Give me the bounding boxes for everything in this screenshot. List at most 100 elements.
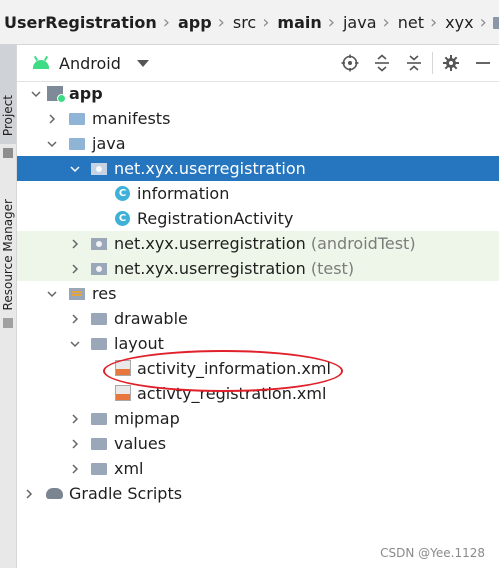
tree-label: drawable <box>114 309 188 328</box>
chevron-down-icon <box>136 59 149 67</box>
chevron-down-icon[interactable] <box>46 131 58 156</box>
minimize-icon <box>476 62 490 64</box>
gear-icon <box>443 55 459 71</box>
resource-manager-icon <box>3 318 13 328</box>
view-mode-dropdown[interactable]: Android <box>59 54 149 73</box>
tree-row-package-main[interactable]: net.xyx.userregistration <box>17 156 499 181</box>
package-icon <box>91 263 107 275</box>
tree-row-package-test[interactable]: net.xyx.userregistration (test) <box>17 256 499 281</box>
breadcrumb-label: xyx <box>445 12 474 32</box>
chevron-right-icon: › <box>327 11 335 33</box>
chevron-down-icon[interactable] <box>46 281 58 306</box>
chevron-right-icon[interactable] <box>69 456 81 481</box>
settings-button[interactable] <box>435 49 467 77</box>
android-icon <box>31 55 51 70</box>
folder-icon <box>91 463 107 475</box>
tree-label: values <box>114 434 167 453</box>
chevron-right-icon: › <box>382 11 390 33</box>
breadcrumb-label: app <box>177 12 212 32</box>
tree-row-res[interactable]: res <box>17 281 499 306</box>
expand-all-button[interactable] <box>366 49 398 77</box>
breadcrumb-item-java[interactable]: java › <box>337 12 392 33</box>
chevron-right-icon: › <box>479 11 487 33</box>
xml-file-icon <box>115 385 131 401</box>
res-folder-icon <box>69 288 85 300</box>
breadcrumb-label: src <box>232 12 257 32</box>
breadcrumb-label: UserRegistration <box>4 12 157 32</box>
collapse-all-icon <box>407 55 421 71</box>
tree-label: mipmap <box>114 409 180 428</box>
chevron-right-icon[interactable] <box>46 106 58 131</box>
tree-label-group: net.xyx.userregistration (androidTest) <box>114 231 416 256</box>
breadcrumb-item-xyx[interactable]: xyx › <box>439 12 489 33</box>
gradle-icon <box>46 488 63 499</box>
breadcrumb: UserRegistration › app › src › main › ja… <box>0 0 499 45</box>
folder-icon <box>492 17 499 29</box>
tree-row-registration-activity[interactable]: C RegistrationActivity <box>17 206 499 231</box>
tree-row-activty-registration-xml[interactable]: activty_registration.xml <box>17 381 499 406</box>
locate-icon <box>341 54 359 72</box>
class-icon: C <box>115 186 130 201</box>
tree-row-mipmap[interactable]: mipmap <box>17 406 499 431</box>
tree-row-xml[interactable]: xml <box>17 456 499 481</box>
tree-row-java[interactable]: java <box>17 131 499 156</box>
view-mode-label: Android <box>59 53 121 73</box>
tool-window-strip: Project Resource Manager <box>0 44 17 568</box>
tree-label: java <box>92 134 126 153</box>
chevron-down-icon[interactable] <box>30 81 42 106</box>
tree-row-activity-information-xml[interactable]: activity_information.xml <box>17 356 499 381</box>
folder-icon <box>91 438 107 450</box>
watermark: CSDN @Yee.1128 <box>380 546 485 560</box>
breadcrumb-item-project[interactable]: UserRegistration › <box>0 12 172 33</box>
chevron-down-icon[interactable] <box>69 156 81 181</box>
toolbar-divider <box>432 52 433 74</box>
breadcrumb-item-net[interactable]: net › <box>392 12 439 33</box>
tree-label: net.xyx.userregistration <box>114 234 306 253</box>
breadcrumb-item-userregistration[interactable]: userre <box>489 13 499 32</box>
chevron-right-icon[interactable] <box>69 256 81 281</box>
tree-label-suffix: (test) <box>310 259 355 278</box>
chevron-right-icon[interactable] <box>69 306 81 331</box>
tree-label: net.xyx.userregistration <box>114 159 306 178</box>
folder-icon <box>69 113 85 125</box>
minimize-button[interactable] <box>467 49 499 77</box>
tree-label: Gradle Scripts <box>69 484 183 503</box>
breadcrumb-item-src[interactable]: src › <box>227 12 272 33</box>
breadcrumb-label: java <box>342 12 377 32</box>
tree-row-app[interactable]: app <box>17 81 499 106</box>
tree-row-values[interactable]: values <box>17 431 499 456</box>
breadcrumb-item-main[interactable]: main › <box>271 12 337 33</box>
tree-row-gradle-scripts[interactable]: Gradle Scripts <box>17 481 499 506</box>
collapse-all-button[interactable] <box>398 49 430 77</box>
project-tree: app manifests java net.xyx.userregistrat… <box>17 81 499 506</box>
resource-manager-tool-tab[interactable]: Resource Manager <box>0 148 16 328</box>
chevron-right-icon[interactable] <box>23 481 35 506</box>
xml-file-icon <box>115 360 131 376</box>
package-icon <box>91 163 107 175</box>
tree-row-package-android-test[interactable]: net.xyx.userregistration (androidTest) <box>17 231 499 256</box>
folder-icon <box>91 338 107 350</box>
chevron-right-icon[interactable] <box>69 231 81 256</box>
package-icon <box>91 238 107 250</box>
chevron-down-icon[interactable] <box>69 331 81 356</box>
chevron-right-icon: › <box>162 11 170 33</box>
project-tool-tab[interactable]: Project <box>0 44 16 158</box>
tree-label: information <box>137 184 230 203</box>
chevron-right-icon[interactable] <box>69 431 81 456</box>
tree-row-layout[interactable]: layout <box>17 331 499 356</box>
folder-icon <box>69 138 85 150</box>
tree-label: activty_registration.xml <box>137 384 327 403</box>
chevron-right-icon: › <box>262 11 270 33</box>
tree-row-drawable[interactable]: drawable <box>17 306 499 331</box>
breadcrumb-label: net <box>397 12 424 32</box>
module-icon <box>47 86 66 103</box>
folder-icon <box>91 413 107 425</box>
tree-label-suffix: (androidTest) <box>310 234 416 253</box>
tree-row-information[interactable]: C information <box>17 181 499 206</box>
tree-label-group: net.xyx.userregistration (test) <box>114 256 354 281</box>
tree-row-manifests[interactable]: manifests <box>17 106 499 131</box>
tree-label: layout <box>114 334 164 353</box>
breadcrumb-item-app[interactable]: app › <box>172 12 227 33</box>
chevron-right-icon[interactable] <box>69 406 81 431</box>
locate-button[interactable] <box>334 49 366 77</box>
